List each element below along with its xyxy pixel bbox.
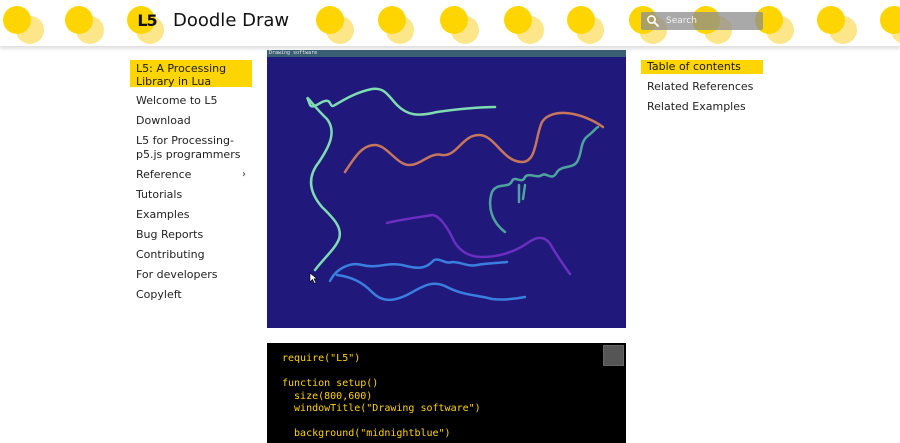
drawing-canvas <box>306 87 605 302</box>
doodle-stroke <box>328 258 509 283</box>
sidebar-item-active[interactable]: L5: A Processing Library in Lua <box>130 60 252 88</box>
search-icon <box>647 15 659 27</box>
sidebar-item-label: Reference <box>136 168 192 181</box>
chevron-right-icon[interactable]: › <box>242 168 246 182</box>
sidebar-item-label: Contributing <box>136 248 205 261</box>
sidebar-item-label: Copyleft <box>136 288 182 301</box>
site-logo[interactable]: L5 <box>134 8 160 32</box>
code-line: size(800,600) <box>282 390 373 402</box>
toc-link-related-examples[interactable]: Related Examples <box>641 100 763 114</box>
doodle-stroke <box>517 183 527 204</box>
code-block[interactable]: require("L5") function setup() size(800,… <box>267 343 626 443</box>
sidebar-item-welcome[interactable]: Welcome to L5 <box>130 94 252 114</box>
site-header: L5 Doodle Draw <box>0 0 900 47</box>
sidebar-item-l5-for-processing[interactable]: L5 for Processing-p5.js programmers <box>130 134 252 168</box>
toc-link-related-references[interactable]: Related References <box>641 80 763 94</box>
doodle-stroke <box>335 273 527 302</box>
code-line: windowTitle("Drawing software") <box>282 403 481 414</box>
sidebar-item-label: L5 for Processing-p5.js programmers <box>136 134 241 161</box>
sidebar-item-contributing[interactable]: Contributing <box>130 248 252 268</box>
sidebar-item-tutorials[interactable]: Tutorials <box>130 188 252 208</box>
example-screenshot: Drawing software <box>267 50 626 328</box>
code-line: background("midnightblue") <box>282 428 451 439</box>
doodle-stroke <box>343 111 605 174</box>
sidebar-item-for-developers[interactable]: For developers <box>130 268 252 288</box>
code-line: function setup() <box>282 378 379 389</box>
table-of-contents: Table of contents Related References Rel… <box>641 60 763 114</box>
mouse-cursor-icon <box>309 272 318 284</box>
sidebar-item-label: Tutorials <box>136 188 183 201</box>
sidebar-item-label: Welcome to L5 <box>136 94 218 107</box>
sidebar-item-label: Bug Reports <box>136 228 204 241</box>
sidebar-item-reference[interactable]: Reference › <box>130 168 252 188</box>
sidebar-item-copyleft[interactable]: Copyleft <box>130 288 252 308</box>
copy-code-button[interactable] <box>603 345 624 366</box>
code-line: require("L5") <box>282 353 361 364</box>
site-title[interactable]: Doodle Draw <box>173 10 289 31</box>
sidebar-nav: L5: A Processing Library in Lua Welcome … <box>130 60 252 308</box>
sidebar-item-label: For developers <box>136 268 218 281</box>
sidebar-item-label: Download <box>136 114 191 127</box>
doodle-stroke <box>488 125 600 234</box>
sidebar-item-label: Examples <box>136 208 190 221</box>
toc-title[interactable]: Table of contents <box>641 60 763 74</box>
sidebar-item-bug-reports[interactable]: Bug Reports <box>130 228 252 248</box>
window-titlebar: Drawing software <box>267 50 626 57</box>
search-input[interactable] <box>666 16 756 26</box>
doodle-stroke <box>306 87 497 272</box>
search-box[interactable] <box>641 12 763 30</box>
sidebar-item-examples[interactable]: Examples <box>130 208 252 228</box>
sidebar-item-download[interactable]: Download <box>130 114 252 134</box>
